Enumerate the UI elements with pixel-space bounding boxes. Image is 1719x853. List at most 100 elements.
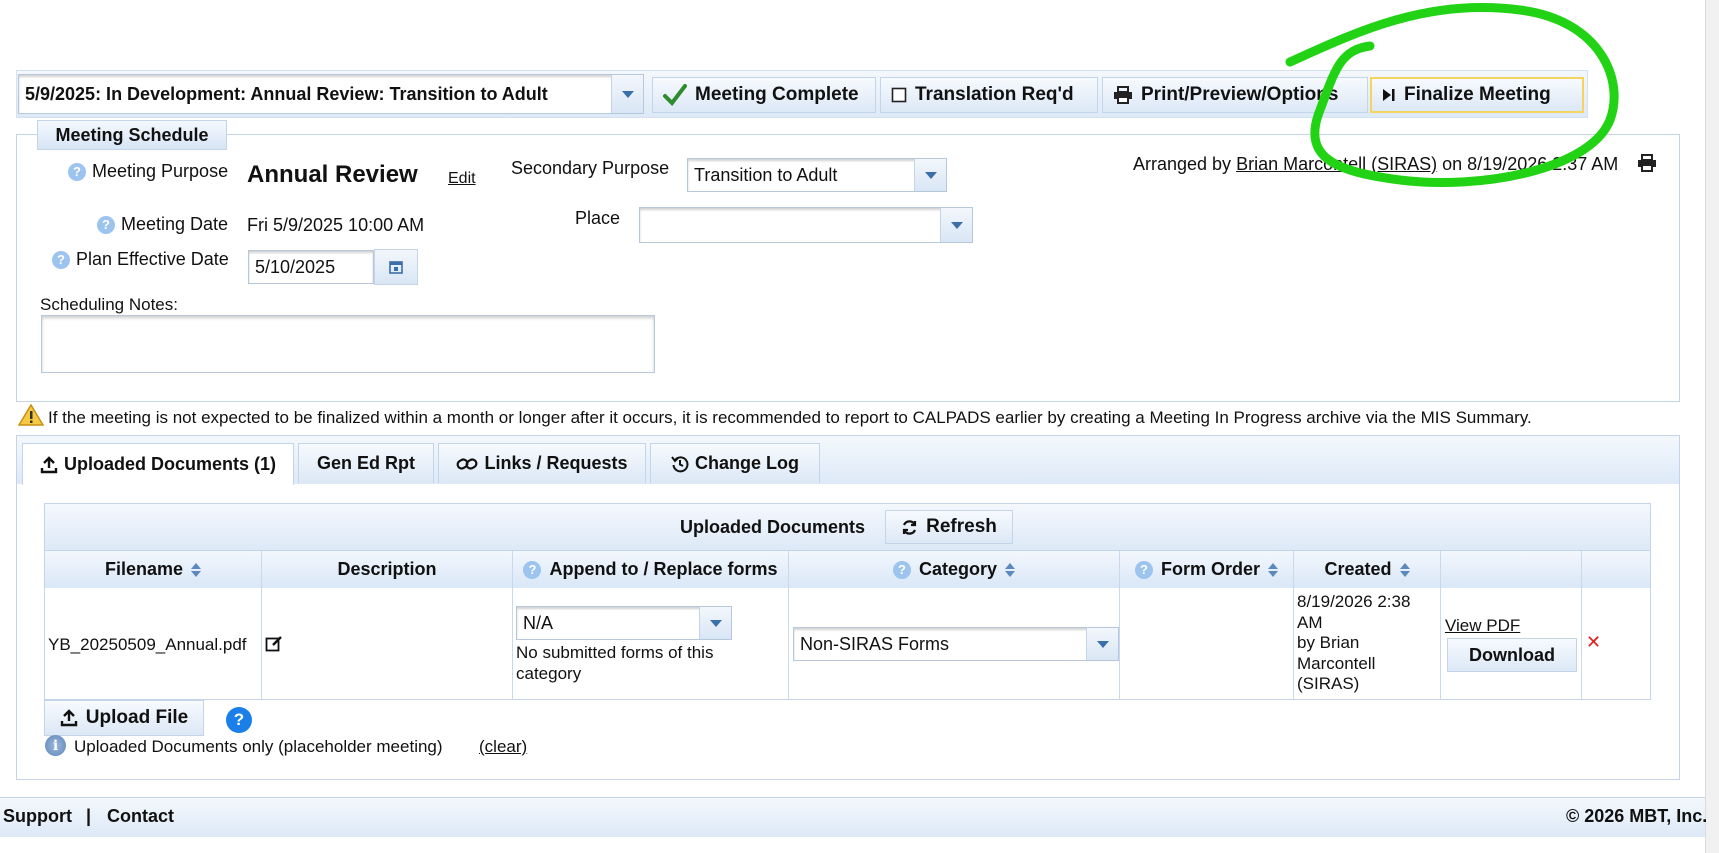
meeting-select-value: 5/9/2025: In Development: Annual Review:… (25, 83, 548, 104)
tab-gen-ed-rpt[interactable]: Gen Ed Rpt (298, 443, 434, 483)
chevron-down-icon (1096, 640, 1109, 648)
place-select[interactable] (639, 207, 973, 243)
chevron-down-icon (621, 90, 634, 98)
arranged-date: on 8/19/2026 2:37 AM (1442, 154, 1619, 174)
history-icon (671, 455, 689, 472)
clear-filter-link[interactable]: (clear) (479, 737, 527, 757)
col-form-order-label: Form Order (1160, 559, 1261, 579)
help-icon[interactable]: ? (892, 560, 911, 579)
col-category-label: Category (918, 559, 998, 579)
calpads-warning: If the meeting is not expected to be fin… (48, 408, 1532, 427)
meeting-purpose-value: Annual Review (247, 161, 418, 188)
finalize-meeting-button[interactable]: Finalize Meeting (1370, 77, 1584, 113)
col-created-label: Created (1324, 559, 1392, 579)
category-dropdown[interactable] (1086, 628, 1118, 660)
delete-icon[interactable]: ✕ (1586, 632, 1601, 653)
arranged-by-link[interactable]: Brian Marcontell (SIRAS) (1236, 154, 1437, 174)
meeting-purpose-label: ? Meeting Purpose (68, 161, 228, 182)
vertical-scrollbar[interactable] (1705, 0, 1719, 853)
created-line: AM (1297, 612, 1323, 632)
col-delete (1582, 551, 1650, 588)
translation-label: Translation Req'd (915, 84, 1074, 105)
meeting-schedule-legend: Meeting Schedule (37, 120, 227, 150)
info-icon: i (45, 735, 66, 756)
col-category[interactable]: ? Category (789, 551, 1120, 588)
meeting-date-label: ? Meeting Date (97, 214, 228, 235)
plan-effective-date-label: ? Plan Effective Date (52, 249, 229, 270)
plan-effective-date-value: 5/10/2025 (255, 256, 336, 277)
upload-icon (60, 709, 77, 727)
col-description-label: Description (337, 559, 437, 579)
place-dropdown[interactable] (940, 208, 972, 242)
col-created[interactable]: Created (1294, 551, 1441, 588)
append-select[interactable]: N/A (516, 606, 732, 640)
calendar-icon (389, 261, 403, 274)
view-pdf-link[interactable]: View PDF (1445, 616, 1520, 636)
help-icon[interactable]: ? (523, 560, 542, 579)
documents-title: Uploaded Documents (680, 517, 866, 537)
scheduling-notes-textarea[interactable] (41, 315, 655, 373)
meeting-schedule-title: Meeting Schedule (55, 124, 209, 145)
printer-icon (1113, 86, 1133, 104)
tab-gen-ed-rpt-label: Gen Ed Rpt (317, 453, 415, 473)
append-dropdown[interactable] (699, 607, 731, 639)
print-preview-button[interactable]: Print/Preview/Options (1102, 77, 1368, 113)
secondary-purpose-select[interactable]: Transition to Adult (687, 158, 947, 192)
footer (0, 797, 1705, 837)
upload-help-icon[interactable]: ? (226, 707, 252, 733)
created-line: (SIRAS) (1297, 674, 1360, 694)
download-button[interactable]: Download (1447, 638, 1577, 672)
refresh-label: Refresh (926, 516, 997, 537)
tab-change-log-label: Change Log (695, 453, 799, 473)
upload-file-label: Upload File (85, 707, 189, 728)
footer-separator: | (86, 806, 92, 826)
meeting-select-dropdown[interactable] (611, 75, 643, 113)
meeting-select[interactable]: 5/9/2025: In Development: Annual Review:… (18, 74, 644, 114)
col-append-replace-label: Append to / Replace forms (549, 559, 778, 579)
meeting-date-value: Fri 5/9/2025 10:00 AM (247, 215, 425, 235)
append-select-value: N/A (523, 612, 554, 633)
tab-links-requests-label: Links / Requests (484, 453, 628, 473)
support-link[interactable]: Support (3, 806, 72, 827)
edit-icon[interactable] (265, 635, 283, 658)
chevron-down-icon (950, 221, 963, 229)
col-description: Description (262, 551, 513, 588)
print-preview-label: Print/Preview/Options (1141, 84, 1339, 105)
help-icon[interactable]: ? (1134, 560, 1153, 579)
col-form-order[interactable]: ? Form Order (1120, 551, 1294, 588)
arranged-prefix: Arranged by (1133, 154, 1232, 174)
plan-effective-date-text: Plan Effective Date (76, 249, 229, 269)
secondary-purpose-dropdown[interactable] (914, 159, 946, 191)
meeting-complete-button[interactable]: Meeting Complete (652, 77, 876, 113)
translation-button[interactable]: Translation Req'd (880, 77, 1098, 113)
copyright: © 2026 MBT, Inc. (1566, 806, 1708, 826)
help-icon[interactable]: ? (52, 250, 70, 269)
cell-delete: ✕ (1582, 588, 1650, 700)
tab-uploaded-documents[interactable]: Uploaded Documents (1) (22, 443, 294, 485)
print-icon[interactable] (1637, 154, 1657, 177)
edit-purpose-link[interactable]: Edit (448, 170, 476, 188)
plan-effective-date-input[interactable]: 5/10/2025 (248, 250, 374, 284)
tab-links-requests[interactable]: Links / Requests (438, 443, 646, 483)
created-line: 8/19/2026 2:38 (1297, 592, 1411, 611)
category-select-value: Non-SIRAS Forms (800, 633, 950, 654)
category-select[interactable]: Non-SIRAS Forms (793, 627, 1119, 661)
tab-uploaded-documents-label: Uploaded Documents (1) (63, 454, 277, 474)
filename-text: YB_20250509_Annual.pdf (48, 635, 247, 654)
cell-created: 8/19/2026 2:38 AM by Brian Marcontell (S… (1294, 588, 1441, 700)
help-icon[interactable]: ? (68, 162, 86, 181)
created-line: by Brian (1297, 633, 1360, 653)
help-icon[interactable]: ? (97, 215, 115, 234)
checkmark-icon (663, 84, 687, 106)
col-filename[interactable]: Filename (45, 551, 262, 588)
cell-form-order (1120, 588, 1294, 700)
contact-link[interactable]: Contact (107, 806, 174, 827)
calendar-button[interactable] (374, 249, 418, 285)
append-note: No submitted forms of this category (516, 643, 714, 683)
refresh-button[interactable]: Refresh (885, 510, 1013, 544)
filter-note: Uploaded Documents only (placeholder mee… (74, 737, 443, 756)
cell-description (262, 588, 513, 700)
sort-icon (191, 562, 202, 577)
upload-file-button[interactable]: Upload File (44, 700, 204, 736)
tab-change-log[interactable]: Change Log (650, 443, 820, 483)
